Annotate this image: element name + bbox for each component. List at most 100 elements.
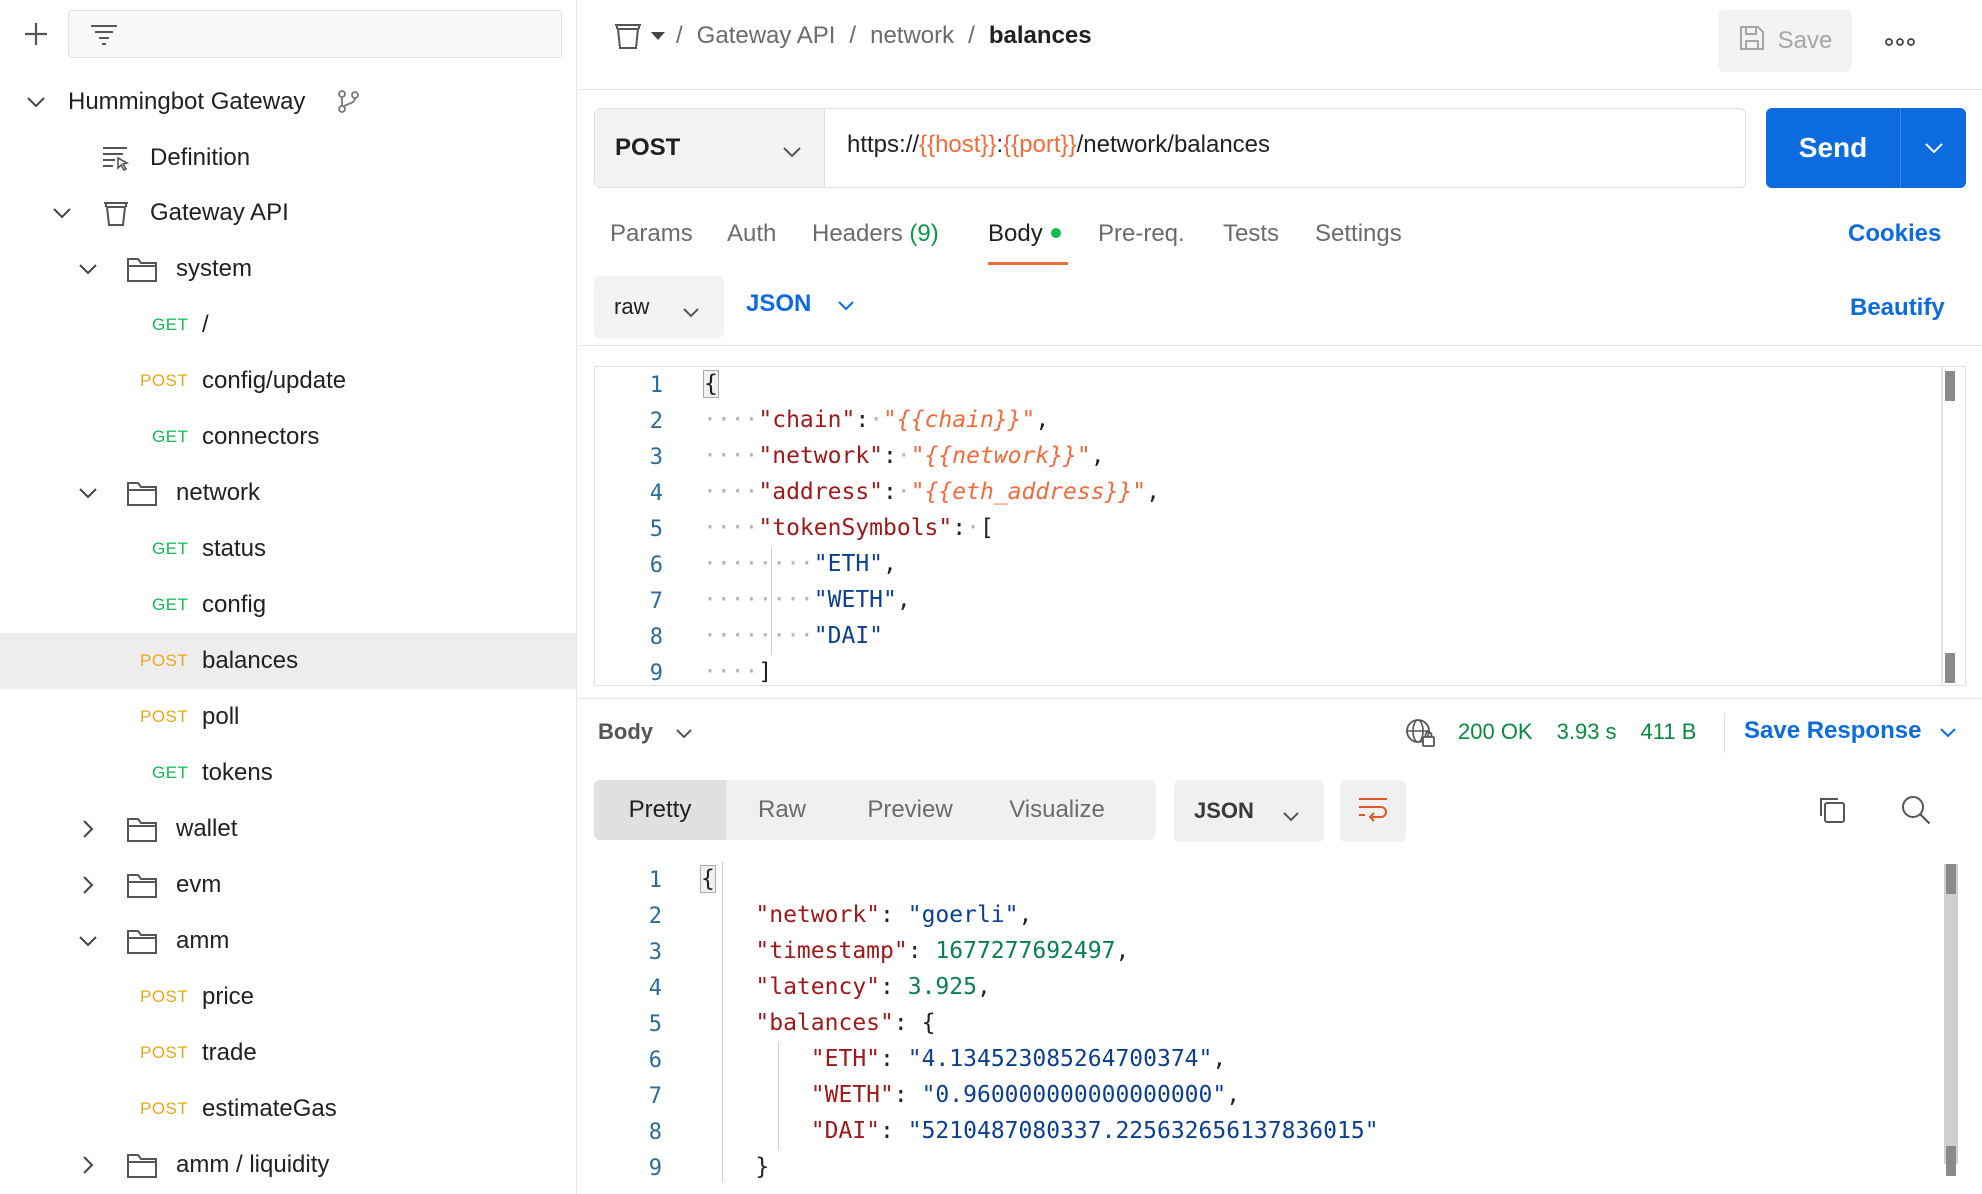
collection-trash-icon[interactable] bbox=[612, 20, 644, 52]
tab-settings[interactable]: Settings bbox=[1315, 220, 1402, 248]
response-size[interactable]: 411 B bbox=[1641, 719, 1697, 745]
send-button[interactable]: Send bbox=[1766, 108, 1966, 188]
response-scrollbar-track[interactable] bbox=[1944, 864, 1958, 1164]
breadcrumb-separator: / bbox=[968, 22, 975, 49]
chevron-down-icon[interactable] bbox=[76, 929, 100, 953]
tab-raw[interactable]: Raw bbox=[726, 780, 838, 840]
folder-evm[interactable]: evm bbox=[0, 857, 576, 913]
save-response-button[interactable]: Save Response bbox=[1744, 717, 1957, 745]
chevron-down-icon[interactable] bbox=[24, 90, 48, 114]
line-number: 8 bbox=[649, 625, 663, 650]
chevron-right-icon[interactable] bbox=[76, 873, 100, 897]
line-number: 1 bbox=[648, 868, 662, 893]
request-item[interactable]: POST poll bbox=[0, 689, 576, 745]
new-item-plus-icon[interactable] bbox=[16, 14, 56, 54]
method-badge: GET bbox=[152, 427, 189, 446]
json-key: "network" bbox=[755, 902, 881, 928]
code-line: "balances": { bbox=[755, 1010, 936, 1036]
tab-body-label: Body bbox=[988, 220, 1043, 247]
response-format-select[interactable]: JSON bbox=[1174, 780, 1324, 842]
tab-auth[interactable]: Auth bbox=[727, 220, 776, 248]
folder-network[interactable]: network bbox=[0, 465, 576, 521]
tab-visualize[interactable]: Visualize bbox=[982, 780, 1132, 840]
chevron-down-icon[interactable] bbox=[76, 257, 100, 281]
code-line: ····"address":·"{{eth_address}}", bbox=[703, 479, 1160, 505]
line-number: 6 bbox=[649, 553, 663, 578]
beautify-button[interactable]: Beautify bbox=[1850, 294, 1945, 322]
folder-icon bbox=[126, 869, 158, 901]
collection-row[interactable]: Gateway API bbox=[0, 185, 576, 241]
search-icon[interactable] bbox=[1900, 794, 1932, 831]
url-input[interactable]: https://{{host}}:{{port}}/network/balanc… bbox=[847, 131, 1270, 159]
request-item[interactable]: GET connectors bbox=[0, 409, 576, 465]
send-options-chevron-icon[interactable] bbox=[1901, 142, 1966, 154]
line-number: 4 bbox=[649, 481, 663, 506]
folder-icon bbox=[126, 925, 158, 957]
folder-label: amm / liquidity bbox=[176, 1151, 330, 1178]
chevron-down-icon bbox=[1939, 717, 1957, 745]
body-format-value: JSON bbox=[746, 290, 812, 317]
request-item[interactable]: POST trade bbox=[0, 1025, 576, 1081]
request-item[interactable]: GET tokens bbox=[0, 745, 576, 801]
code-line: ····"tokenSymbols":·[ bbox=[703, 515, 994, 541]
tab-params[interactable]: Params bbox=[610, 220, 693, 248]
workspace-row[interactable]: Hummingbot Gateway bbox=[0, 74, 576, 130]
code-line: "network": "goerli", bbox=[755, 902, 1033, 928]
save-button[interactable]: Save bbox=[1718, 10, 1852, 72]
sidebar-filter-input[interactable] bbox=[68, 10, 562, 58]
status-badge[interactable]: 200 OK bbox=[1458, 719, 1533, 745]
chevron-right-icon[interactable] bbox=[76, 817, 100, 841]
globe-lock-icon[interactable] bbox=[1404, 717, 1436, 754]
request-body-editor[interactable]: 1 2 3 4 5 6 7 8 9 { ····"chain":·"{{chai… bbox=[594, 366, 1966, 686]
cookies-link[interactable]: Cookies bbox=[1848, 220, 1941, 248]
response-time[interactable]: 3.93 s bbox=[1557, 719, 1617, 745]
request-label: estimateGas bbox=[202, 1095, 337, 1122]
response-body-viewer[interactable]: 1 2 3 4 5 6 7 8 9 { "network": "goerli",… bbox=[594, 862, 1966, 1182]
body-format-select[interactable]: JSON bbox=[746, 290, 855, 318]
more-options-icon[interactable] bbox=[1878, 22, 1922, 62]
folder-amm[interactable]: amm bbox=[0, 913, 576, 969]
response-scrollbar[interactable] bbox=[1946, 1146, 1956, 1176]
method-select[interactable]: POST bbox=[595, 109, 825, 187]
sidebar-item-definition[interactable]: Definition bbox=[0, 130, 576, 186]
json-key: "latency" bbox=[755, 974, 881, 1000]
json-key: "address" bbox=[758, 479, 884, 505]
breadcrumb-current[interactable]: balances bbox=[989, 22, 1092, 50]
request-item[interactable]: GET config bbox=[0, 577, 576, 633]
response-scrollbar[interactable] bbox=[1946, 864, 1956, 894]
tab-pretty[interactable]: Pretty bbox=[594, 780, 726, 840]
editor-scrollbar[interactable] bbox=[1945, 371, 1955, 401]
tab-body[interactable]: Body bbox=[988, 220, 1061, 248]
caret-down-icon[interactable] bbox=[650, 28, 666, 46]
folder-amm-liquidity[interactable]: amm / liquidity bbox=[0, 1137, 576, 1193]
body-mode-value: raw bbox=[614, 294, 650, 319]
chevron-down-icon[interactable] bbox=[50, 201, 74, 225]
breadcrumb-collection[interactable]: Gateway API bbox=[697, 22, 836, 50]
folder-system[interactable]: system bbox=[0, 241, 576, 297]
folder-label: wallet bbox=[176, 815, 238, 842]
request-item-selected[interactable]: POST balances bbox=[0, 633, 576, 689]
body-mode-select[interactable]: raw bbox=[594, 276, 724, 338]
request-item[interactable]: POST price bbox=[0, 969, 576, 1025]
tab-headers[interactable]: Headers (9) bbox=[812, 220, 939, 248]
chevron-down-icon[interactable] bbox=[76, 481, 100, 505]
request-url-bar: POST https://{{host}}:{{port}}/network/b… bbox=[594, 108, 1746, 188]
wrap-lines-button[interactable] bbox=[1340, 780, 1406, 842]
editor-scrollbar[interactable] bbox=[1945, 653, 1955, 683]
request-item[interactable]: POST estimateGas bbox=[0, 1081, 576, 1137]
response-body-select[interactable]: Body bbox=[598, 719, 693, 745]
request-item[interactable]: GET status bbox=[0, 521, 576, 577]
tab-preview[interactable]: Preview bbox=[838, 780, 982, 840]
definition-label: Definition bbox=[150, 144, 251, 171]
tab-prereq[interactable]: Pre-req. bbox=[1098, 220, 1185, 248]
folder-wallet[interactable]: wallet bbox=[0, 801, 576, 857]
request-item[interactable]: GET / bbox=[0, 297, 576, 353]
line-number: 5 bbox=[648, 1012, 662, 1037]
line-number: 6 bbox=[648, 1048, 662, 1073]
tab-tests[interactable]: Tests bbox=[1223, 220, 1279, 248]
request-item[interactable]: POST config/update bbox=[0, 353, 576, 409]
breadcrumb-folder[interactable]: network bbox=[870, 22, 954, 50]
chevron-right-icon[interactable] bbox=[76, 1153, 100, 1177]
folder-icon bbox=[126, 477, 158, 509]
copy-icon[interactable] bbox=[1816, 794, 1848, 831]
